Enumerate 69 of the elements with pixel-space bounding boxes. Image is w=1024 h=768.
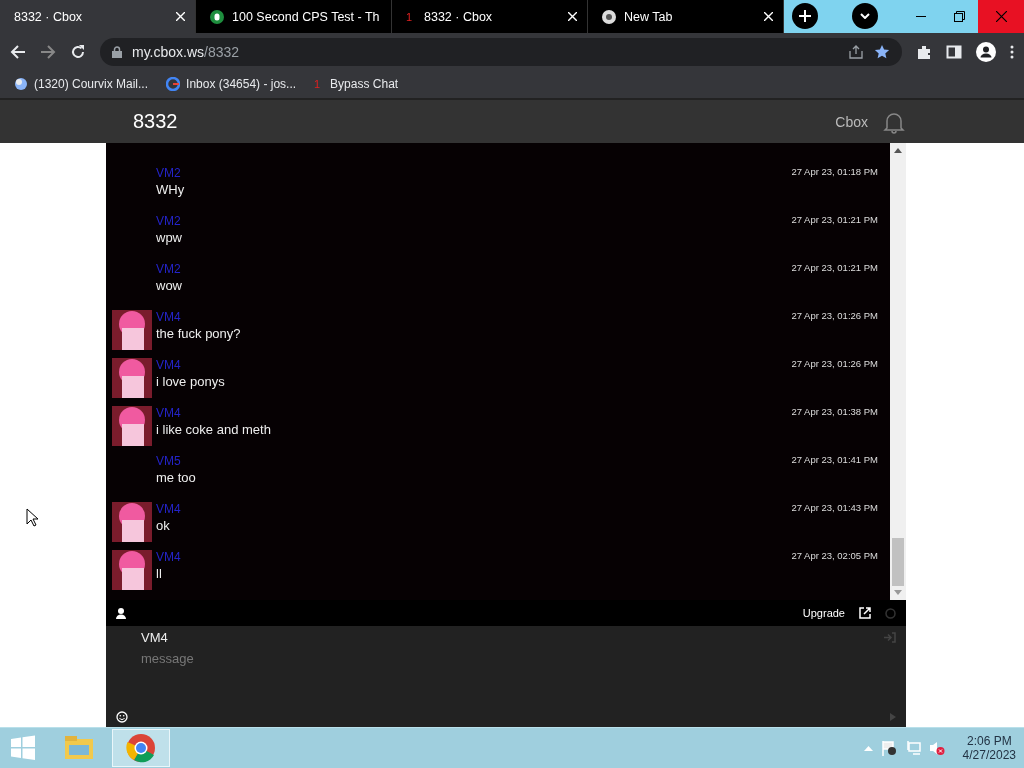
browser-tab[interactable]: 1 8332 · Cbox [392,0,588,33]
tab-search-button[interactable] [852,3,878,29]
browser-tab[interactable]: 100 Second CPS Test - Th [196,0,392,33]
smiley-icon[interactable] [116,711,128,723]
bookmark[interactable]: (1320) Courvix Mail... [14,77,149,91]
google-icon [166,77,181,91]
scrollbar-thumb[interactable] [892,538,904,586]
lock-icon [112,45,122,58]
brand-link[interactable]: Cbox [835,113,868,130]
message-time: 27 Apr 23, 01:41 PM [791,454,878,467]
speaker-muted-icon[interactable] [928,740,945,756]
status-circle-icon [885,607,896,619]
taskbar-clock[interactable]: 2:06 PM 4/27/2023 [962,734,1016,762]
message-time: 27 Apr 23, 01:26 PM [791,310,878,323]
message-text: i love ponys [156,374,226,389]
message-text: wow [156,278,183,293]
message-time: 27 Apr 23, 02:05 PM [791,550,878,563]
chevron-down-icon [860,13,870,19]
message-time: 27 Apr 23, 01:38 PM [791,406,878,419]
side-panel-icon[interactable] [946,43,962,60]
upgrade-link[interactable]: Upgrade [802,607,845,619]
restore-icon [953,11,965,22]
shield-icon [210,9,224,24]
browser-tab[interactable]: New Tab [588,0,784,33]
browser-tab[interactable]: 8332 · Cbox [0,0,196,33]
name-label[interactable]: VM4 [141,630,896,645]
forward-icon[interactable] [40,43,56,60]
scrollbar[interactable] [890,143,906,600]
message-time: 27 Apr 23, 01:18 PM [791,166,878,179]
profile-icon[interactable] [976,41,996,62]
message-text: WHy [156,182,186,197]
chrome-icon [602,9,616,24]
share-icon[interactable] [848,44,864,59]
message-time: 27 Apr 23, 01:26 PM [791,358,878,371]
back-icon[interactable] [10,43,26,60]
close-icon[interactable] [764,12,773,21]
bookmark-favicon-text: 1 [314,78,322,90]
message-time: 27 Apr 23, 01:21 PM [791,214,878,227]
message-text: the fuck pony? [156,326,242,341]
user-icon[interactable] [116,607,126,619]
new-tab-button[interactable] [792,3,818,29]
plus-icon [799,10,811,22]
menu-icon[interactable] [1010,44,1014,59]
bookmark[interactable]: 1 Bypass Chat [314,77,399,91]
reload-icon[interactable] [70,43,86,60]
close-icon[interactable] [176,12,185,21]
scroll-up-icon[interactable] [894,148,902,153]
flag-icon[interactable] [880,740,897,756]
minimize-icon [916,15,926,18]
message-text: ll [156,566,163,581]
external-link-icon[interactable] [859,607,871,619]
close-icon[interactable] [568,12,577,21]
star-icon[interactable] [874,43,890,60]
message-text: wpw [156,230,183,245]
mouse-cursor-icon [26,508,38,527]
puzzle-icon[interactable] [916,43,932,60]
message-time: 27 Apr 23, 01:43 PM [791,502,878,515]
message-text: i like coke and meth [156,422,272,437]
room-title: 8332 [133,110,178,133]
message-text: me too [156,470,197,485]
globe-icon [14,77,28,91]
address-bar[interactable]: my.cbox.ws/8332 [100,37,902,66]
bookmark[interactable]: Inbox (34654) - jos... [166,77,297,91]
close-icon [995,11,1007,22]
chrome-taskbar-icon[interactable] [112,729,170,767]
message-input[interactable]: message [141,645,441,672]
message-text: ok [156,518,171,533]
message-time: 27 Apr 23, 01:21 PM [791,262,878,275]
tab-favicon-text: 1 [406,10,414,23]
